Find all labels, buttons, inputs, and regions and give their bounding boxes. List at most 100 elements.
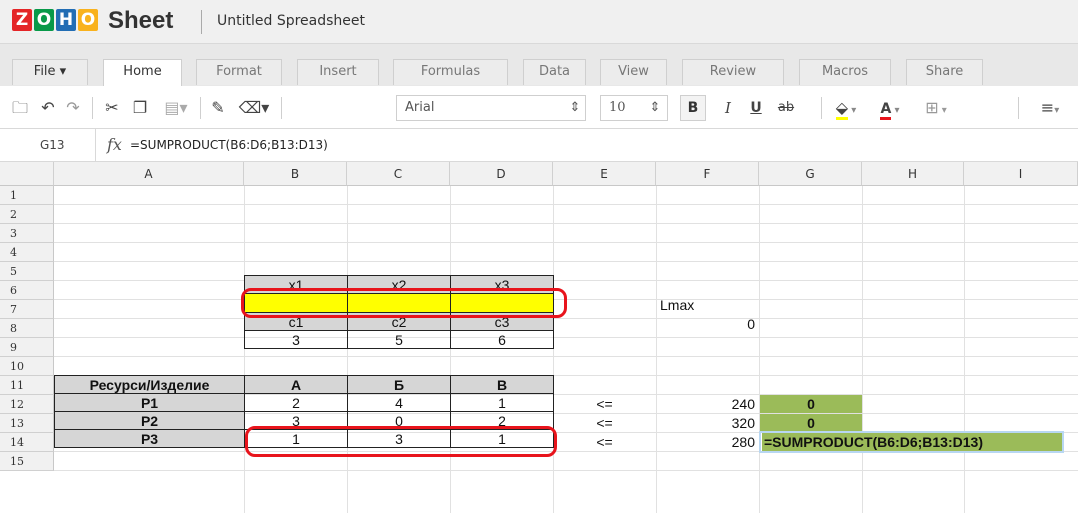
fill-color-icon[interactable]: ⬙ ▾: [826, 97, 866, 120]
cell-b11[interactable]: 2: [244, 393, 348, 412]
cell-f13[interactable]: 280: [656, 433, 759, 451]
row-header-3[interactable]: 3: [0, 224, 54, 243]
cell-d8[interactable]: 6: [450, 330, 554, 349]
formula-input[interactable]: =SUMPRODUCT(B6:D6;B13:D13): [130, 138, 328, 152]
tab-review[interactable]: Review: [682, 59, 784, 85]
borders-icon[interactable]: ⊞ ▾: [914, 97, 958, 119]
row-header-5[interactable]: 5: [0, 262, 54, 281]
row-header-4[interactable]: 4: [0, 243, 54, 262]
italic-button[interactable]: I: [718, 97, 738, 119]
column-header-g[interactable]: G: [759, 162, 862, 186]
row-header-15[interactable]: 15: [0, 452, 54, 471]
row-header-13[interactable]: 13: [0, 414, 54, 433]
row-header-6[interactable]: 6: [0, 281, 54, 300]
gridline: [759, 186, 760, 513]
cell-a12[interactable]: Р2: [54, 411, 245, 430]
cell-e12[interactable]: <=: [553, 414, 656, 432]
tab-share[interactable]: Share: [906, 59, 983, 85]
tab-home[interactable]: Home: [103, 59, 182, 86]
row-header-9[interactable]: 9: [0, 338, 54, 357]
tab-macros[interactable]: Macros: [799, 59, 891, 85]
highlight-variables: [241, 288, 567, 318]
cell-g12[interactable]: 0: [760, 414, 862, 432]
gridline: [54, 318, 1078, 319]
row-header-11[interactable]: 11: [0, 376, 54, 395]
spreadsheet-grid: A B C D E F G H I 1 2 3 4 5 6 7 8 9 10 1…: [0, 162, 1078, 513]
row-header-12[interactable]: 12: [0, 395, 54, 414]
cell-f11[interactable]: 240: [656, 395, 759, 413]
redo-icon[interactable]: ↷: [62, 97, 84, 119]
cell-g11[interactable]: 0: [760, 395, 862, 413]
formatting-toolbar: 🗀 ↶ ↷ ✂ ❐ ▤▾ ✎ ⌫▾ Arial ⇕ 10 ⇕ B I U ab …: [0, 86, 1078, 129]
column-header-e[interactable]: E: [553, 162, 656, 186]
cell-reference-box[interactable]: G13: [0, 129, 96, 162]
align-icon[interactable]: ≡▾: [1030, 97, 1070, 119]
row-header-10[interactable]: 10: [0, 357, 54, 376]
cell-f6[interactable]: Lmax: [660, 296, 756, 314]
tab-view[interactable]: View: [600, 59, 667, 85]
logo-letter-o1: O: [34, 9, 54, 31]
logo-letter-z: Z: [12, 9, 32, 31]
toolbar-separator: [1018, 97, 1019, 119]
gridline: [656, 186, 657, 513]
formula-bar: G13 fx =SUMPRODUCT(B6:D6;B13:D13): [0, 129, 1078, 162]
row-header-1[interactable]: 1: [0, 186, 54, 205]
title-divider: [201, 10, 202, 34]
cell-a11[interactable]: Р1: [54, 393, 245, 412]
tab-format[interactable]: Format: [196, 59, 282, 85]
cell-b10[interactable]: А: [244, 375, 348, 394]
cell-f7[interactable]: 0: [656, 315, 759, 333]
font-color-icon[interactable]: A ▾: [872, 97, 908, 120]
row-header-7[interactable]: 7: [0, 300, 54, 319]
cell-c10[interactable]: Б: [347, 375, 451, 394]
bold-button[interactable]: B: [680, 95, 706, 121]
cell-c11[interactable]: 4: [347, 393, 451, 412]
toolbar-separator: [281, 97, 282, 119]
font-name-select[interactable]: Arial: [396, 95, 586, 121]
cell-b8[interactable]: 3: [244, 330, 348, 349]
toolbar-separator: [200, 97, 201, 119]
open-folder-icon[interactable]: 🗀: [8, 97, 32, 119]
column-header-c[interactable]: C: [347, 162, 450, 186]
copy-icon[interactable]: ❐: [128, 97, 152, 119]
grid-corner[interactable]: [0, 162, 54, 186]
clear-format-icon[interactable]: ⌫▾: [238, 97, 270, 119]
column-header-a[interactable]: A: [54, 162, 244, 186]
strikethrough-button[interactable]: ab: [774, 97, 798, 119]
cell-d11[interactable]: 1: [450, 393, 554, 412]
tab-data[interactable]: Data: [523, 59, 586, 85]
row-header-2[interactable]: 2: [0, 205, 54, 224]
column-header-h[interactable]: H: [862, 162, 964, 186]
cell-d10[interactable]: В: [450, 375, 554, 394]
tab-formulas[interactable]: Formulas: [393, 59, 508, 85]
cell-c8[interactable]: 5: [347, 330, 451, 349]
row-header-8[interactable]: 8: [0, 319, 54, 338]
cell-f12[interactable]: 320: [656, 414, 759, 432]
cell-a13[interactable]: Р3: [54, 429, 245, 448]
gridline: [862, 186, 863, 513]
paste-icon[interactable]: ▤▾: [158, 97, 194, 119]
app-name: Sheet: [108, 7, 174, 34]
document-title[interactable]: Untitled Spreadsheet: [217, 13, 365, 29]
title-bar: Z O H O Sheet Untitled Spreadsheet: [0, 0, 1078, 44]
tab-file[interactable]: File ▾: [12, 59, 88, 85]
cell-e11[interactable]: <=: [553, 395, 656, 413]
font-name-spinner-icon[interactable]: ⇕: [568, 97, 582, 119]
gridline: [54, 223, 1078, 224]
column-header-b[interactable]: B: [244, 162, 347, 186]
column-header-f[interactable]: F: [656, 162, 759, 186]
toolbar-separator: [821, 97, 822, 119]
zoho-logo[interactable]: Z O H O: [12, 9, 98, 31]
undo-icon[interactable]: ↶: [37, 97, 59, 119]
cell-e13[interactable]: <=: [553, 433, 656, 451]
row-header-14[interactable]: 14: [0, 433, 54, 452]
cut-icon[interactable]: ✂: [100, 97, 124, 119]
cell-a10[interactable]: Ресурси/Изделие: [54, 375, 245, 394]
column-header-d[interactable]: D: [450, 162, 553, 186]
font-color-label: A: [880, 101, 892, 120]
underline-button[interactable]: U: [746, 97, 766, 119]
tab-insert[interactable]: Insert: [297, 59, 379, 85]
column-header-i[interactable]: I: [964, 162, 1078, 186]
font-size-spinner-icon[interactable]: ⇕: [648, 97, 662, 119]
format-painter-icon[interactable]: ✎: [204, 97, 232, 119]
